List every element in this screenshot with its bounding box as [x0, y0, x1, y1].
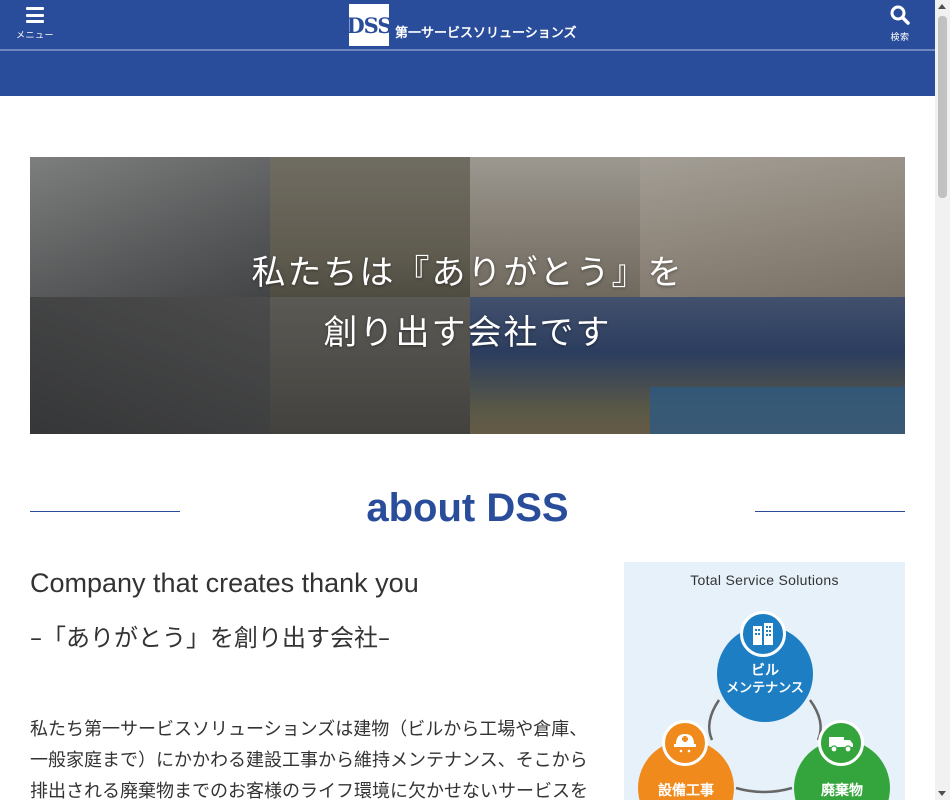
- logo-company-name: 第一サービスソリューションズ: [395, 25, 577, 41]
- service-label-line1: 設備工事: [658, 783, 714, 799]
- scroll-up-arrow-icon[interactable]: [938, 4, 946, 9]
- building-icon: [740, 611, 786, 657]
- hamburger-icon: [26, 7, 44, 23]
- logo-mark: DSS: [346, 3, 393, 47]
- hero-headline: 私たちは『ありがとう』を 創り出す会社です: [30, 243, 905, 363]
- hero-headline-line1: 私たちは『ありがとう』を: [251, 253, 684, 293]
- truck-icon: [818, 720, 864, 766]
- sub-header-bar: [0, 51, 935, 96]
- section-title: about DSS: [366, 486, 569, 530]
- service-label-line2: メンテナンス: [726, 681, 804, 696]
- search-button[interactable]: 検索: [880, 5, 920, 43]
- site-header: メニュー DSS 第一サービスソリューションズ 検索: [0, 0, 935, 49]
- service-solutions-diagram: Total Service Solutions ビル メンテナンス 設備工事 廃…: [624, 562, 905, 800]
- heading-rule-left: [30, 511, 180, 512]
- hero-banner: 私たちは『ありがとう』を 創り出す会社です: [30, 157, 905, 434]
- scroll-down-arrow-icon[interactable]: [938, 791, 946, 796]
- company-tagline-jp: –「ありがとう」を創り出す会社–: [30, 624, 390, 652]
- search-icon: [890, 5, 910, 25]
- hero-headline-line2: 創り出す会社です: [323, 313, 612, 353]
- page-scrollbar[interactable]: [935, 0, 950, 800]
- scroll-thumb[interactable]: [938, 16, 947, 198]
- company-description: 私たち第一サービスソリューションズは建物（ビルから工場や倉庫、一般家庭まで）にか…: [30, 719, 588, 802]
- company-tagline-en: Company that creates thank you: [30, 568, 419, 598]
- menu-button[interactable]: メニュー: [14, 5, 56, 43]
- site-logo[interactable]: DSS 第一サービスソリューションズ: [346, 3, 577, 47]
- menu-label: メニュー: [15, 31, 54, 41]
- helmet-icon: [662, 720, 708, 766]
- service-label-line1: ビル: [751, 663, 779, 679]
- heading-rule-right: [755, 511, 905, 512]
- service-label-line1: 廃棄物: [821, 783, 863, 799]
- search-label: 検索: [890, 33, 910, 43]
